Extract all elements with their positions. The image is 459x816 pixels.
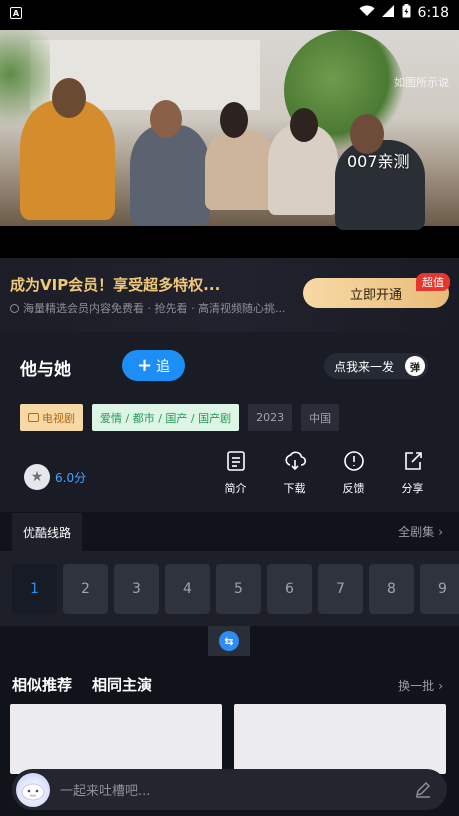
clock-time: 6:18 xyxy=(417,5,449,21)
feedback-button[interactable]: 反馈 xyxy=(324,450,383,496)
battery-icon xyxy=(402,4,411,22)
wifi-icon xyxy=(359,5,375,21)
episode-button[interactable]: 7 xyxy=(318,564,363,614)
vip-banner[interactable]: 成为VIP会员！享受超多特权... 海量精选会员内容免费看 · 抢先看 · 高清… xyxy=(0,258,459,332)
download-icon xyxy=(284,450,306,472)
all-episodes-link[interactable]: 全剧集 › xyxy=(398,523,443,540)
chevron-right-icon: › xyxy=(438,678,443,693)
chevron-right-icon: › xyxy=(438,524,443,539)
intro-icon xyxy=(225,450,247,472)
video-player[interactable]: 如图所示说 007亲测 xyxy=(0,26,459,258)
show-info-panel: 他与她 + 追 点我来一发 弹 电视剧 爱情 / 都市 / 国产 / 国产剧 2… xyxy=(0,332,459,512)
vip-subtitle: 海量精选会员内容免费看 · 抢先看 · 高清视频随心挑... xyxy=(10,300,285,316)
episode-strip: 1 2 3 4 5 6 7 8 9 xyxy=(0,551,459,626)
action-bar: 简介 下载 反馈 分享 xyxy=(206,450,442,496)
episode-button[interactable]: 1 xyxy=(12,564,57,614)
tab-same-cast[interactable]: 相同主演 xyxy=(92,674,152,695)
signal-icon xyxy=(381,5,395,21)
recommend-tabs: 相似推荐 相同主演 xyxy=(12,674,152,695)
download-button[interactable]: 下载 xyxy=(265,450,324,496)
screen: A 6:18 如图所示说 007亲测 成为VIP会员！享受超多特权... 海量精… xyxy=(0,0,459,816)
comment-bar[interactable]: 一起来吐槽吧... xyxy=(12,769,447,810)
show-tags: 电视剧 爱情 / 都市 / 国产 / 国产剧 2023 中国 xyxy=(20,404,340,431)
all-episodes-label: 全剧集 xyxy=(398,525,435,539)
app-notification-icon: A xyxy=(10,7,22,19)
danmaku-toggle-icon[interactable]: 弹 xyxy=(405,356,425,376)
tv-icon xyxy=(28,413,39,422)
danmaku-label: 点我来一发 xyxy=(334,359,395,374)
rating: ★ 6.0分 xyxy=(24,464,86,490)
collapse-toggle[interactable]: ⇆ xyxy=(208,626,250,656)
episode-button[interactable]: 5 xyxy=(216,564,261,614)
episode-button[interactable]: 2 xyxy=(63,564,108,614)
tag-type[interactable]: 电视剧 xyxy=(20,404,83,431)
download-label: 下载 xyxy=(283,482,306,495)
vip-value-badge: 超值 xyxy=(416,273,450,291)
tag-type-label: 电视剧 xyxy=(42,411,75,425)
tab-similar[interactable]: 相似推荐 xyxy=(12,674,72,695)
follow-label: 追 xyxy=(156,358,171,375)
pen-icon[interactable] xyxy=(413,779,433,799)
episode-button[interactable]: 6 xyxy=(267,564,312,614)
route-tab-youku[interactable]: 优酷线路 xyxy=(12,513,82,551)
episode-button[interactable]: 4 xyxy=(165,564,210,614)
tag-region[interactable]: 中国 xyxy=(301,404,340,431)
video-frame: 如图所示说 007亲测 xyxy=(0,30,459,230)
video-corner-text: 如图所示说 xyxy=(394,76,449,89)
recommend-card[interactable] xyxy=(234,704,446,774)
intro-label: 简介 xyxy=(224,482,247,495)
vip-title: 成为VIP会员！享受超多特权... xyxy=(10,276,221,294)
refresh-label: 换一批 xyxy=(398,679,435,693)
share-label: 分享 xyxy=(401,482,424,495)
comment-input[interactable]: 一起来吐槽吧... xyxy=(60,780,150,799)
tag-genre[interactable]: 爱情 / 都市 / 国产 / 国产剧 xyxy=(92,404,240,431)
plus-icon: + xyxy=(136,354,153,376)
show-title: 他与她 xyxy=(20,360,71,380)
follow-button[interactable]: + 追 xyxy=(122,350,185,381)
status-bar: A 6:18 xyxy=(0,0,459,26)
feedback-label: 反馈 xyxy=(342,482,365,495)
star-icon: ★ xyxy=(24,464,50,490)
tag-year[interactable]: 2023 xyxy=(248,404,293,431)
refresh-batch-link[interactable]: 换一批 › xyxy=(398,677,443,694)
clock-icon xyxy=(10,303,19,313)
vip-subtitle-text: 海量精选会员内容免费看 · 抢先看 · 高清视频随心挑... xyxy=(23,302,286,315)
episode-button[interactable]: 8 xyxy=(369,564,414,614)
episode-button[interactable]: 3 xyxy=(114,564,159,614)
share-icon xyxy=(402,450,424,472)
feedback-icon xyxy=(343,450,365,472)
share-button[interactable]: 分享 xyxy=(383,450,442,496)
recommend-card[interactable] xyxy=(10,704,222,774)
avatar[interactable] xyxy=(16,772,50,807)
episode-button[interactable]: 9 xyxy=(420,564,459,614)
danmaku-send-button[interactable]: 点我来一发 弹 xyxy=(324,353,428,379)
video-watermark: 007亲测 xyxy=(347,152,410,171)
intro-button[interactable]: 简介 xyxy=(206,450,265,496)
episode-list: 1 2 3 4 5 6 7 8 9 xyxy=(12,564,459,614)
status-icons: 6:18 xyxy=(359,4,449,22)
swap-icon: ⇆ xyxy=(219,631,239,651)
rating-score: 6.0分 xyxy=(55,470,87,485)
